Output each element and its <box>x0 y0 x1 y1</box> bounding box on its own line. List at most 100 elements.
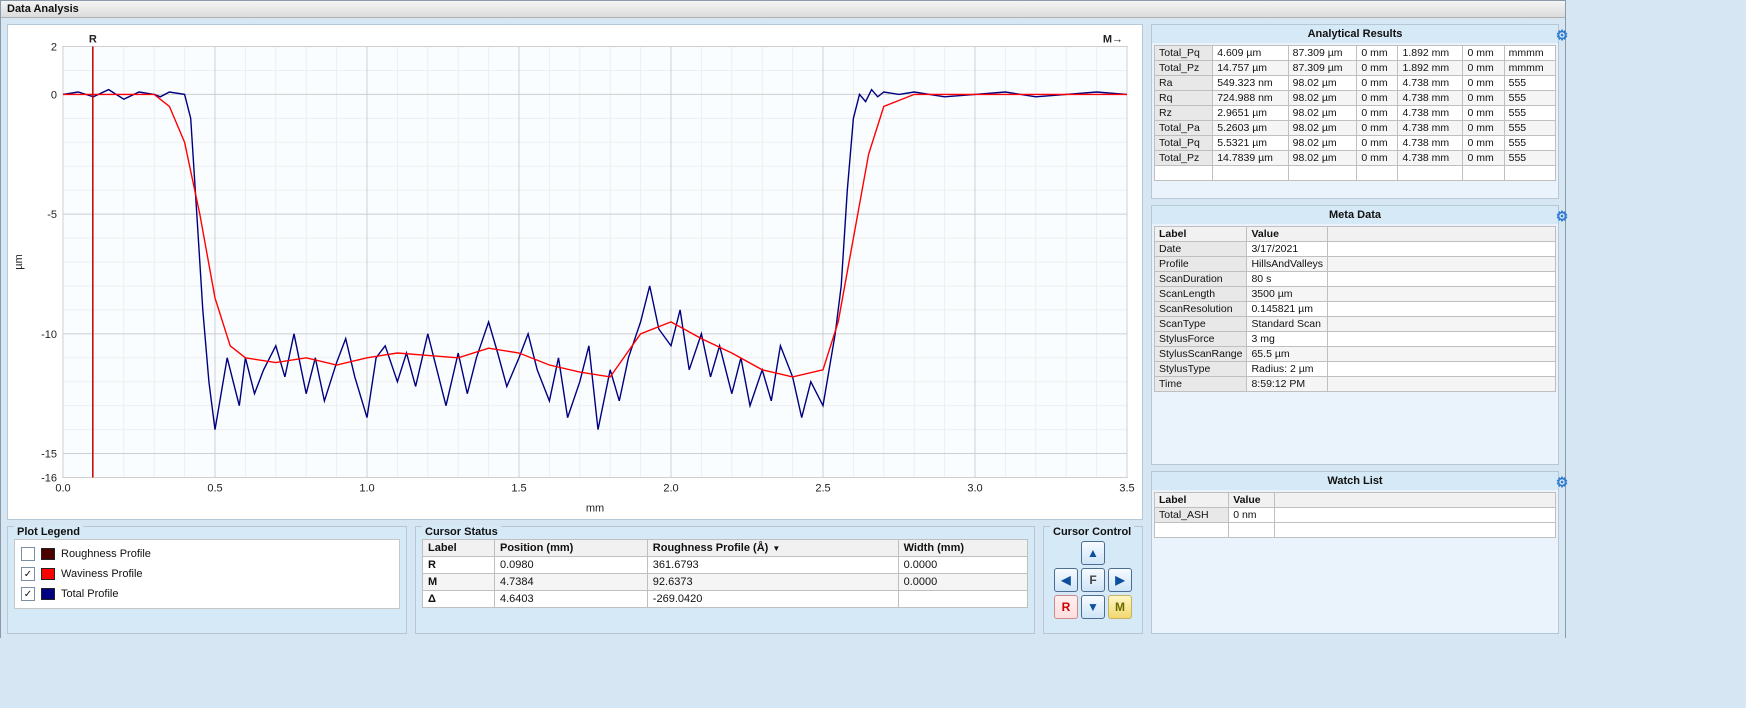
window-title: Data Analysis <box>1 1 1565 18</box>
ar-cell: 98.02 µm <box>1288 76 1357 91</box>
legend-check-total[interactable]: ✓ <box>21 587 35 601</box>
ar-cell: 14.757 µm <box>1213 61 1288 76</box>
cs-col-value[interactable]: Roughness Profile (Å)▼ <box>647 540 898 557</box>
analytical-results-title: Analytical Results <box>1308 28 1403 40</box>
watch-list-table: LabelValueTotal_ASH0 nm <box>1154 492 1556 538</box>
meta-label: ScanType <box>1155 317 1247 332</box>
ar-cell: 549.323 nm <box>1213 76 1288 91</box>
ar-cell: Rq <box>1155 91 1213 106</box>
ar-cell: Ra <box>1155 76 1213 91</box>
cursor-status-panel: Cursor Status Label Position (mm) Roughn… <box>415 526 1035 634</box>
meta-data-panel: Meta Data ⚙ LabelValueDate3/17/2021Profi… <box>1151 205 1559 465</box>
meta-value: 3/17/2021 <box>1247 242 1328 257</box>
cursor-down-button[interactable]: ▼ <box>1081 595 1105 619</box>
watch-col: Value <box>1229 493 1275 508</box>
meta-label: ScanLength <box>1155 287 1247 302</box>
ar-cell: 4.609 µm <box>1213 46 1288 61</box>
watch-list-title: Watch List <box>1327 475 1382 487</box>
svg-text:-10: -10 <box>41 329 57 341</box>
meta-value: 65.5 µm <box>1247 347 1328 362</box>
ar-cell: 5.5321 µm <box>1213 136 1288 151</box>
meta-label: ScanResolution <box>1155 302 1247 317</box>
cs-col-width: Width (mm) <box>898 540 1027 557</box>
analytical-results-table: Total_Pq4.609 µm87.309 µm0 mm1.892 mm0 m… <box>1154 45 1556 181</box>
meta-value: Radius: 2 µm <box>1247 362 1328 377</box>
gear-icon[interactable]: ⚙ <box>1554 27 1570 43</box>
meta-col: Value <box>1247 227 1328 242</box>
cursor-m-button[interactable]: M <box>1108 595 1132 619</box>
cs-row-r-val: 361.6793 <box>647 557 898 574</box>
gear-icon[interactable]: ⚙ <box>1554 474 1570 490</box>
ar-cell: 0 mm <box>1357 76 1398 91</box>
meta-data-title: Meta Data <box>1329 209 1381 221</box>
gear-icon[interactable]: ⚙ <box>1554 208 1570 224</box>
meta-label: Profile <box>1155 257 1247 272</box>
cursor-status-title: Cursor Status <box>422 526 501 538</box>
ar-cell: 4.738 mm <box>1398 76 1463 91</box>
cs-row-r-width: 0.0000 <box>898 557 1027 574</box>
cursor-control-title: Cursor Control <box>1050 526 1134 538</box>
dropdown-icon[interactable]: ▼ <box>772 544 780 553</box>
meta-value: Standard Scan <box>1247 317 1328 332</box>
ar-cell: 0 mm <box>1357 61 1398 76</box>
profile-chart[interactable]: 0.00.51.01.52.02.53.03.5-16-15-10-502mmµ… <box>7 24 1143 520</box>
ar-cell: 98.02 µm <box>1288 106 1357 121</box>
ar-cell: Total_Pq <box>1155 136 1213 151</box>
cs-row-m-width: 0.0000 <box>898 574 1027 591</box>
ar-cell: 0 mm <box>1463 151 1504 166</box>
ar-cell: 0 mm <box>1463 76 1504 91</box>
cursor-up-button[interactable]: ▲ <box>1081 541 1105 565</box>
ar-cell: 0 mm <box>1463 61 1504 76</box>
cs-col-label: Label <box>423 540 495 557</box>
svg-text:-5: -5 <box>47 209 57 221</box>
meta-label: Date <box>1155 242 1247 257</box>
meta-value: 80 s <box>1247 272 1328 287</box>
ar-cell: 4.738 mm <box>1398 136 1463 151</box>
ar-cell: 87.309 µm <box>1288 46 1357 61</box>
ar-cell: 0 mm <box>1357 91 1398 106</box>
ar-cell: Total_Pa <box>1155 121 1213 136</box>
cursor-f-button[interactable]: F <box>1081 568 1105 592</box>
svg-text:3.5: 3.5 <box>1119 483 1134 495</box>
cs-row-m-label: M <box>423 574 495 591</box>
ar-cell: 555 <box>1504 151 1555 166</box>
ar-cell: mmmm <box>1504 46 1555 61</box>
ar-cell: 14.7839 µm <box>1213 151 1288 166</box>
svg-text:2: 2 <box>51 42 57 54</box>
svg-text:0.0: 0.0 <box>55 483 70 495</box>
meta-label: Time <box>1155 377 1247 392</box>
analytical-results-panel: Analytical Results ⚙ Total_Pq4.609 µm87.… <box>1151 24 1559 199</box>
cursor-left-button[interactable]: ◀ <box>1054 568 1078 592</box>
ar-cell: 555 <box>1504 121 1555 136</box>
swatch-waviness-icon <box>41 568 55 580</box>
watch-value: 0 nm <box>1229 508 1275 523</box>
svg-text:R: R <box>89 34 97 46</box>
ar-cell: 1.892 mm <box>1398 61 1463 76</box>
legend-label-waviness: Waviness Profile <box>61 568 143 580</box>
svg-text:1.0: 1.0 <box>359 483 374 495</box>
plot-legend-panel: Plot Legend Roughness Profile ✓ Waviness… <box>7 526 407 634</box>
cs-row-d-val: -269.0420 <box>647 591 898 608</box>
ar-cell: 5.2603 µm <box>1213 121 1288 136</box>
cursor-right-button[interactable]: ▶ <box>1108 568 1132 592</box>
ar-cell: 4.738 mm <box>1398 151 1463 166</box>
svg-text:mm: mm <box>586 503 604 515</box>
cs-row-d-label: Δ <box>423 591 495 608</box>
legend-label-total: Total Profile <box>61 588 118 600</box>
cursor-r-button[interactable]: R <box>1054 595 1078 619</box>
svg-text:0: 0 <box>51 89 57 101</box>
meta-col: Label <box>1155 227 1247 242</box>
ar-cell: 4.738 mm <box>1398 106 1463 121</box>
cs-row-m-pos: 4.7384 <box>494 574 647 591</box>
ar-cell: 0 mm <box>1463 46 1504 61</box>
ar-cell: Total_Pq <box>1155 46 1213 61</box>
legend-check-roughness[interactable] <box>21 547 35 561</box>
cs-row-m-val: 92.6373 <box>647 574 898 591</box>
ar-cell: 1.892 mm <box>1398 46 1463 61</box>
meta-label: StylusForce <box>1155 332 1247 347</box>
ar-cell: 555 <box>1504 106 1555 121</box>
legend-check-waviness[interactable]: ✓ <box>21 567 35 581</box>
svg-text:3.0: 3.0 <box>967 483 982 495</box>
ar-cell: 0 mm <box>1357 151 1398 166</box>
meta-label: StylusType <box>1155 362 1247 377</box>
